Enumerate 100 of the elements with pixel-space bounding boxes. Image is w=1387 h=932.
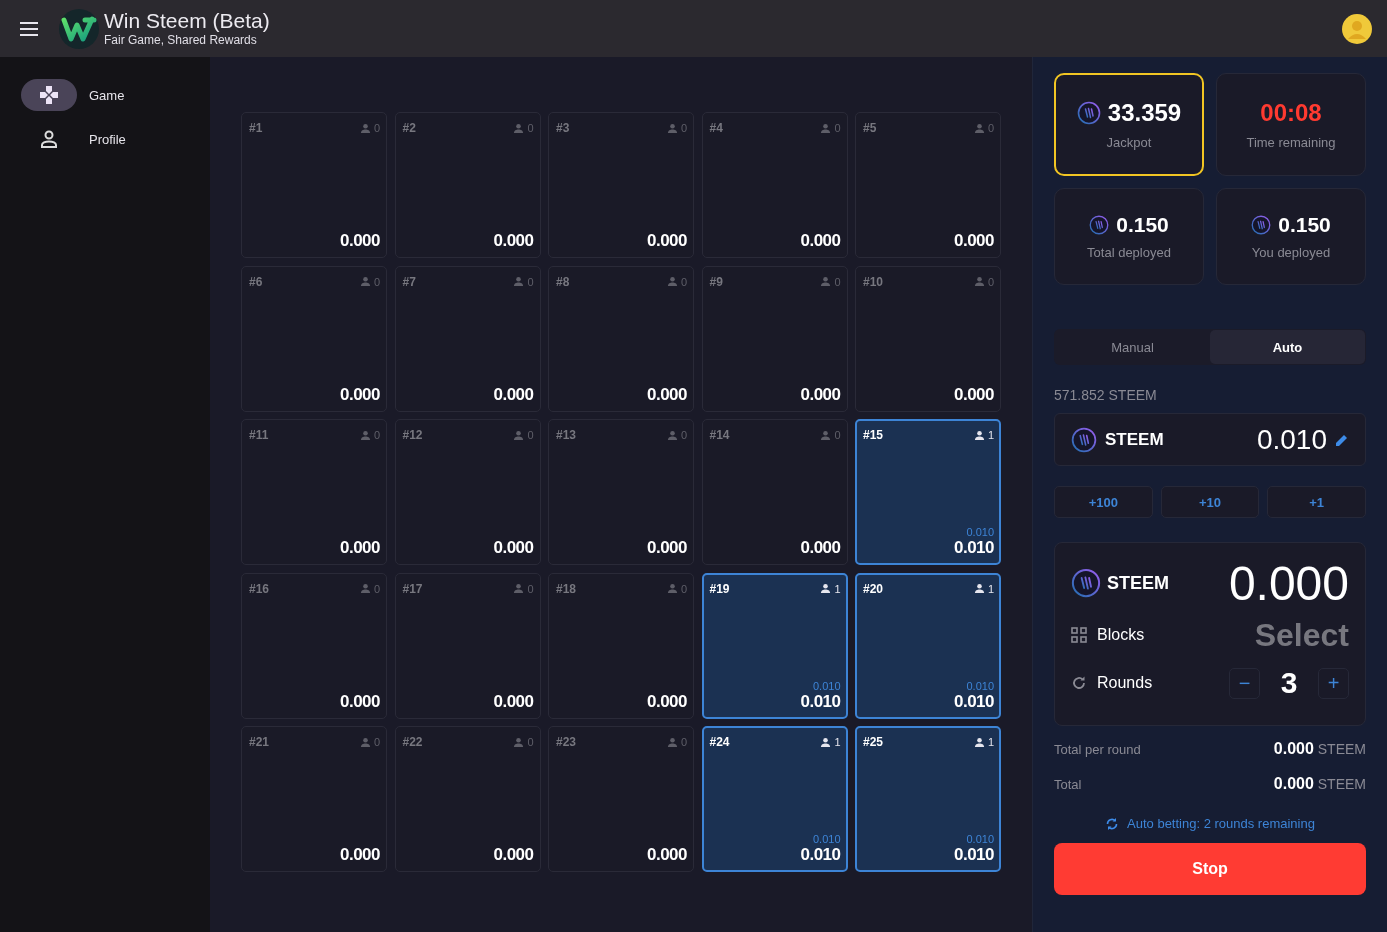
increment-button[interactable]: +10 (1160, 486, 1260, 518)
block-tile[interactable]: #2 0 0.000 (394, 112, 541, 258)
person-icon (820, 276, 832, 287)
player-count: 0 (680, 429, 687, 441)
avatar[interactable] (1341, 12, 1373, 45)
stop-button[interactable]: Stop (1054, 843, 1366, 895)
block-amount: 0.000 (646, 691, 687, 712)
person-icon (359, 276, 371, 287)
logo-icon (58, 7, 100, 50)
player-count: 0 (527, 582, 534, 595)
balance: 571.852 STEEM (1054, 387, 1158, 403)
person-icon (820, 736, 832, 748)
block-tile[interactable]: #18 0 0.000 (548, 572, 694, 719)
block-tile[interactable]: #23 0 0.000 (548, 726, 694, 872)
block-amount: 0.000 (953, 384, 994, 405)
person-icon (820, 429, 832, 441)
player-count: 0 (987, 122, 994, 134)
person-icon (513, 276, 525, 287)
my-deposit: 0.010 (966, 833, 994, 845)
player-count: 0 (680, 736, 687, 748)
block-tile[interactable]: #9 0 0.000 (701, 265, 848, 412)
block-tile[interactable]: #21 0 0.000 (241, 726, 387, 872)
block-amount: 0.010 (953, 538, 994, 558)
edit-icon[interactable] (1335, 432, 1349, 447)
increment-button[interactable]: + (1318, 667, 1349, 699)
total-value: 0.000 STEEM (1273, 740, 1366, 758)
block-amount: 0.000 (339, 231, 380, 251)
block-tile[interactable]: #1 0 0.000 (241, 112, 387, 258)
bet-input[interactable]: STEEM 0.010 (1054, 413, 1366, 466)
block-tile[interactable]: #14 0 0.000 (701, 419, 848, 565)
block-tile[interactable]: #25 1 0.010 0.010 (855, 726, 1001, 872)
block-number: #4 (709, 121, 723, 135)
block-number: #24 (709, 735, 730, 749)
block-tile[interactable]: #8 0 0.000 (548, 265, 694, 412)
nav-item[interactable]: Profile (21, 123, 210, 155)
auto-status: Auto betting: 2 rounds remaining (1127, 816, 1315, 831)
block-number: #12 (402, 428, 423, 442)
block-tile[interactable]: #22 0 0.000 (394, 726, 541, 872)
app-subtitle: Fair Game, Shared Rewards (104, 33, 258, 48)
block-amount: 0.000 (339, 538, 380, 558)
player-count: 0 (834, 429, 841, 441)
block-tile[interactable]: #4 0 0.000 (701, 112, 848, 258)
block-tile[interactable]: #17 0 0.000 (394, 572, 541, 719)
person-icon (359, 736, 371, 748)
my-deposit: 0.010 (812, 833, 841, 845)
stat-label: Jackpot (1106, 135, 1152, 150)
player-count: 0 (373, 736, 380, 748)
block-tile[interactable]: #7 0 0.000 (394, 265, 541, 412)
block-tile[interactable]: #12 0 0.000 (394, 419, 541, 565)
block-tile[interactable]: #10 0 0.000 (855, 265, 1001, 412)
person-icon (666, 122, 678, 134)
player-count: 1 (834, 736, 841, 748)
my-deposit: 0.010 (966, 679, 994, 692)
stat-value: 0.150 (1278, 213, 1331, 237)
player-count: 0 (373, 122, 380, 134)
block-tile[interactable]: #3 0 0.000 (548, 112, 694, 258)
nav-item[interactable]: Game (21, 79, 210, 111)
increment-button[interactable]: +100 (1054, 486, 1153, 518)
stat-label: Time remaining (1246, 135, 1336, 150)
block-tile[interactable]: #20 1 0.010 0.010 (855, 572, 1001, 719)
block-amount: 0.000 (800, 384, 841, 405)
total-amount: 0.000 (1228, 555, 1349, 611)
block-amount: 0.000 (646, 538, 687, 558)
total-value: 0.000 STEEM (1273, 775, 1366, 793)
block-amount: 0.010 (953, 691, 994, 712)
block-number: #7 (402, 274, 416, 289)
block-tile[interactable]: #15 1 0.010 0.010 (855, 419, 1001, 565)
block-tile[interactable]: #5 0 0.000 (855, 112, 1001, 258)
block-amount: 0.000 (493, 384, 534, 405)
block-tile[interactable]: #11 0 0.000 (241, 419, 387, 565)
player-count: 0 (373, 429, 380, 441)
block-number: #10 (863, 274, 884, 289)
person-icon (820, 122, 832, 134)
block-number: #6 (249, 274, 263, 289)
block-number: #25 (863, 735, 884, 749)
block-tile[interactable]: #13 0 0.000 (548, 419, 694, 565)
block-number: #2 (402, 121, 416, 135)
menu-icon[interactable] (19, 21, 39, 36)
increment-button[interactable]: +1 (1267, 486, 1366, 518)
player-count: 0 (834, 275, 841, 288)
mode-tab[interactable]: Auto (1210, 330, 1365, 364)
block-amount: 0.000 (800, 538, 841, 558)
block-number: #22 (402, 735, 423, 749)
block-number: #14 (709, 428, 730, 442)
person-icon (513, 122, 525, 134)
block-tile[interactable]: #6 0 0.000 (241, 265, 387, 412)
block-tile[interactable]: #19 1 0.010 0.010 (701, 572, 848, 719)
person-icon (666, 429, 678, 441)
grid-icon (1071, 627, 1087, 643)
blocks-select[interactable]: Select (1254, 616, 1349, 654)
person-icon (973, 736, 985, 748)
block-tile[interactable]: #16 0 0.000 (241, 572, 387, 719)
decrement-button[interactable]: − (1229, 667, 1260, 699)
mode-tab[interactable]: Manual (1055, 330, 1210, 364)
block-tile[interactable]: #24 1 0.010 0.010 (701, 726, 848, 872)
stat-value: 0.150 (1116, 213, 1169, 237)
player-count: 0 (680, 275, 687, 288)
block-number: #21 (249, 735, 270, 749)
person-icon (359, 429, 371, 441)
steem-icon (1251, 215, 1272, 235)
